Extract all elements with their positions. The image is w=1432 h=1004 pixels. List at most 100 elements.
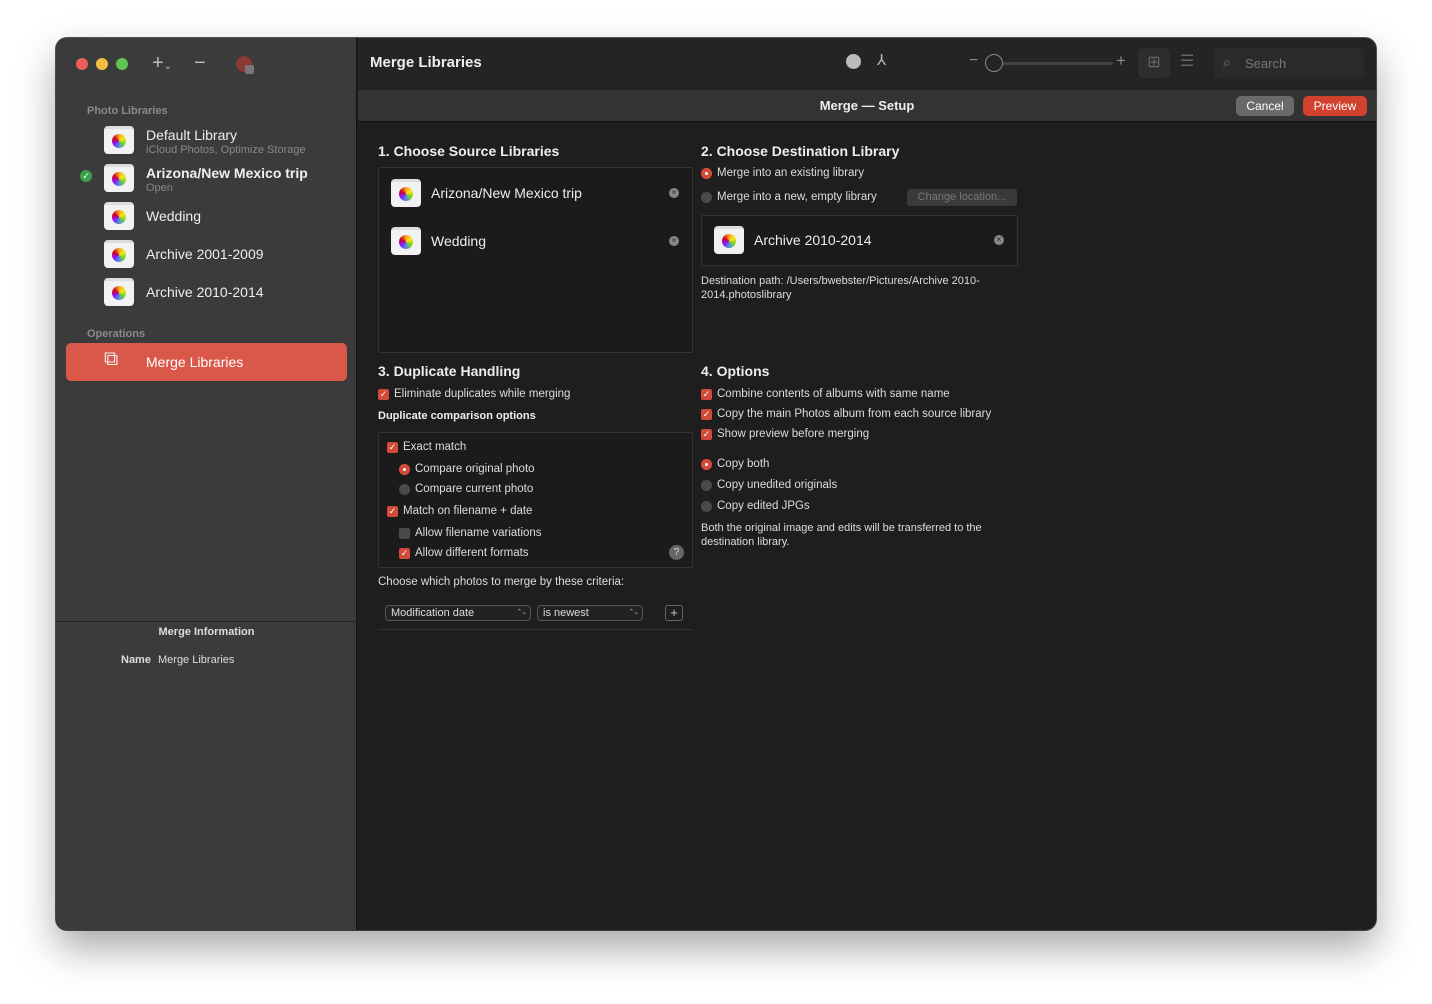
checkbox-icon: ✓ xyxy=(701,388,712,400)
info-title: Merge Information xyxy=(158,626,255,638)
search-badge-icon[interactable] xyxy=(846,54,861,69)
criteria-operator-select[interactable]: is newest xyxy=(537,605,643,621)
library-item[interactable]: Archive 2001-2009 xyxy=(104,238,344,272)
list-view-icon[interactable]: ☰ xyxy=(1180,51,1194,71)
photos-library-icon xyxy=(714,226,744,254)
checkbox-allow-variations[interactable]: Allow filename variations xyxy=(399,527,542,539)
library-name: Default Library xyxy=(146,127,238,143)
checkbox-eliminate[interactable]: ✓ Eliminate duplicates while merging xyxy=(378,388,570,400)
source-name: Arizona/New Mexico trip xyxy=(431,185,582,201)
photos-library-icon xyxy=(104,126,134,154)
radio-copy-both[interactable]: Copy both xyxy=(701,458,769,470)
radio-on-icon xyxy=(399,463,410,475)
radio-copy-unedited[interactable]: Copy unedited originals xyxy=(701,479,837,491)
zoom-slider[interactable] xyxy=(988,62,1113,65)
label: Merge into an existing library xyxy=(717,167,865,179)
criteria-label: Choose which photos to merge by these cr… xyxy=(378,576,625,588)
checkbox-icon xyxy=(399,527,410,539)
library-item[interactable]: Arizona/New Mexico trip Open xyxy=(104,162,344,196)
label: Show preview before merging xyxy=(717,428,870,440)
sidebar: +⌄ − Photo Libraries Default Library iClo… xyxy=(56,38,357,930)
grid-view-icon[interactable]: ⊞ xyxy=(1138,48,1170,78)
source-item[interactable]: Wedding × xyxy=(391,225,686,259)
merge-arrows-icon[interactable]: ⅄ xyxy=(877,51,886,69)
checkbox-icon: ✓ xyxy=(399,547,410,559)
checkbox-combine[interactable]: ✓ Combine contents of albums with same na… xyxy=(701,388,950,400)
slider-knob[interactable] xyxy=(985,54,1003,72)
close-button[interactable] xyxy=(76,58,88,70)
add-criteria-button[interactable]: + xyxy=(665,605,683,621)
zoom-out-icon[interactable]: − xyxy=(969,52,978,70)
photos-library-icon xyxy=(391,179,421,207)
radio-new[interactable]: Merge into a new, empty library xyxy=(701,191,877,203)
search-field[interactable]: ⌕ Search xyxy=(1214,48,1364,79)
radio-compare-current[interactable]: Compare current photo xyxy=(399,483,533,495)
options-description: Both the original image and edits will b… xyxy=(701,522,982,548)
merge-icon: ⧉ xyxy=(104,348,119,370)
radio-copy-jpgs[interactable]: Copy edited JPGs xyxy=(701,500,810,512)
photos-library-icon xyxy=(104,202,134,230)
zoom-in-icon[interactable]: + xyxy=(1116,51,1126,71)
subheader: Merge — Setup Cancel Preview xyxy=(358,90,1376,122)
photos-library-icon xyxy=(104,240,134,268)
remove-icon[interactable]: × xyxy=(669,236,679,246)
radio-off-icon xyxy=(701,500,712,512)
checkbox-exact[interactable]: ✓ Exact match xyxy=(387,441,466,453)
checkbox-allow-formats[interactable]: ✓ Allow different formats xyxy=(399,547,529,559)
minimize-button[interactable] xyxy=(96,58,108,70)
change-location-button[interactable]: Change location... xyxy=(907,189,1017,206)
source-item[interactable]: Arizona/New Mexico trip × xyxy=(391,177,686,211)
radio-off-icon xyxy=(701,479,712,491)
label: Allow filename variations xyxy=(415,527,542,539)
destination-box: Archive 2010-2014 × xyxy=(701,215,1018,266)
destination-path: Destination path: /Users/bwebster/Pictur… xyxy=(701,275,980,301)
remove-icon[interactable]: × xyxy=(994,235,1004,245)
criteria-field-select[interactable]: Modification date xyxy=(385,605,531,621)
radio-off-icon xyxy=(399,483,410,495)
library-name: Archive 2010-2014 xyxy=(146,284,264,300)
checkbox-show-preview[interactable]: ✓ Show preview before merging xyxy=(701,428,869,440)
library-item[interactable]: Default Library iCloud Photos, Optimize S… xyxy=(104,124,344,158)
duplicates-title: 3. Duplicate Handling xyxy=(378,363,521,379)
zoom-button[interactable] xyxy=(116,58,128,70)
label: Copy both xyxy=(717,458,770,470)
label: Eliminate duplicates while merging xyxy=(394,388,571,400)
label: Allow different formats xyxy=(415,547,529,559)
app-window: +⌄ − Photo Libraries Default Library iClo… xyxy=(56,38,1376,930)
radio-compare-original[interactable]: Compare original photo xyxy=(399,463,535,475)
source-name: Wedding xyxy=(431,233,487,249)
cancel-button[interactable]: Cancel xyxy=(1236,96,1294,116)
radio-on-icon xyxy=(701,167,712,179)
search-icon: ⌕ xyxy=(1223,54,1231,70)
help-button[interactable]: ? xyxy=(669,545,684,560)
photos-library-icon xyxy=(391,227,421,255)
stop-icon[interactable] xyxy=(236,56,254,74)
checkbox-icon: ✓ xyxy=(387,505,398,517)
library-subtitle: iCloud Photos, Optimize Storage xyxy=(146,144,306,156)
label: Copy edited JPGs xyxy=(717,500,810,512)
radio-on-icon xyxy=(701,458,712,470)
label: Match on filename + date xyxy=(403,505,533,517)
info-name-label: Name xyxy=(121,654,151,666)
library-item[interactable]: Wedding xyxy=(104,200,344,234)
add-icon[interactable]: +⌄ xyxy=(152,52,172,75)
checkbox-icon: ✓ xyxy=(387,441,398,453)
library-item[interactable]: Archive 2010-2014 xyxy=(104,276,344,310)
radio-off-icon xyxy=(701,191,712,203)
destination-name: Archive 2010-2014 xyxy=(754,232,872,248)
destination-item[interactable]: Archive 2010-2014 × xyxy=(714,224,1009,258)
checkbox-filename-date[interactable]: ✓ Match on filename + date xyxy=(387,505,532,517)
preview-button[interactable]: Preview xyxy=(1303,96,1367,116)
info-name-value: Merge Libraries xyxy=(158,654,235,666)
checkbox-icon: ✓ xyxy=(701,428,712,440)
remove-icon[interactable]: × xyxy=(669,188,679,198)
remove-icon[interactable]: − xyxy=(194,52,206,75)
radio-existing[interactable]: Merge into an existing library xyxy=(701,167,864,179)
window-title: Merge Libraries xyxy=(370,54,482,71)
label: Merge into a new, empty library xyxy=(717,191,877,203)
checkbox-copy-main[interactable]: ✓ Copy the main Photos album from each so… xyxy=(701,408,991,420)
operation-merge-libraries[interactable]: ⧉ Merge Libraries xyxy=(66,343,347,381)
library-name: Archive 2001-2009 xyxy=(146,246,264,262)
label: Copy the main Photos album from each sou… xyxy=(717,408,992,420)
library-subtitle: Open xyxy=(146,182,173,194)
